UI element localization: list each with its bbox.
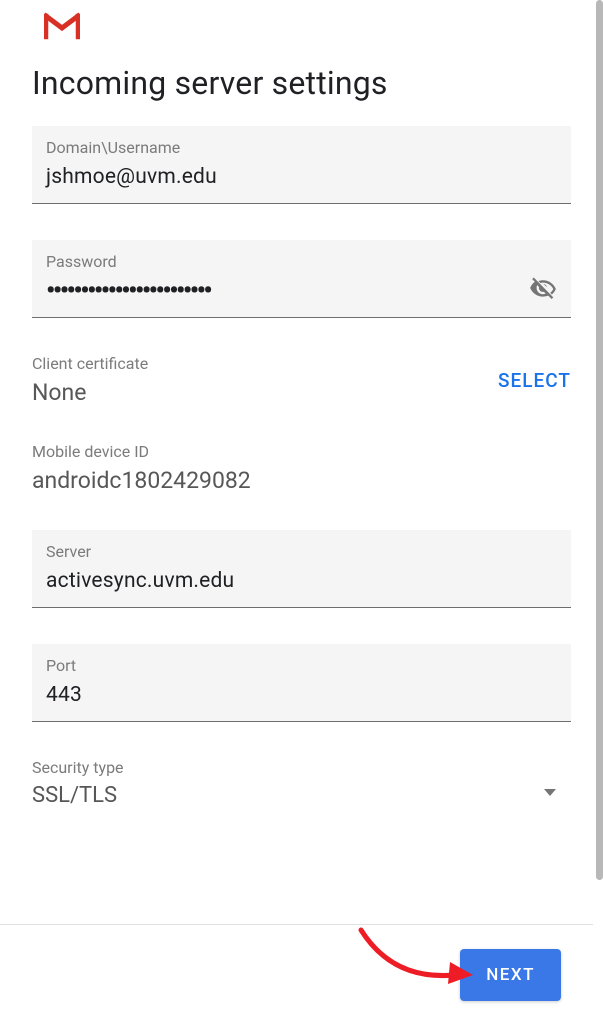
- select-certificate-button[interactable]: SELECT: [498, 369, 571, 392]
- password-value[interactable]: ••••••••••••••••••••••••: [46, 279, 557, 303]
- client-certificate-info: Client certificate None: [32, 354, 148, 406]
- port-field[interactable]: Port 443: [32, 644, 571, 722]
- security-type-label: Security type: [32, 758, 571, 777]
- security-type-dropdown[interactable]: Security type SSL/TLS: [32, 758, 571, 808]
- client-certificate-row: Client certificate None SELECT: [32, 354, 571, 406]
- mobile-device-id-label: Mobile device ID: [32, 442, 571, 461]
- next-button[interactable]: NEXT: [460, 949, 561, 1001]
- page-title: Incoming server settings: [32, 64, 571, 102]
- client-certificate-value: None: [32, 379, 148, 406]
- server-label: Server: [46, 542, 557, 561]
- mobile-device-id-value: androidc1802429082: [32, 467, 571, 494]
- gmail-icon: [44, 12, 80, 44]
- visibility-off-icon[interactable]: [529, 275, 557, 303]
- security-type-value: SSL/TLS: [32, 783, 571, 808]
- server-value[interactable]: activesync.uvm.edu: [46, 569, 557, 593]
- settings-container: Incoming server settings Domain\Username…: [0, 0, 603, 925]
- password-label: Password: [46, 252, 557, 271]
- logo-row: [32, 12, 571, 44]
- chevron-down-icon: [543, 783, 557, 802]
- mobile-device-id-block: Mobile device ID androidc1802429082: [32, 442, 571, 494]
- server-field[interactable]: Server activesync.uvm.edu: [32, 530, 571, 608]
- port-value[interactable]: 443: [46, 683, 557, 707]
- username-value[interactable]: jshmoe@uvm.edu: [46, 165, 557, 189]
- password-field[interactable]: Password ••••••••••••••••••••••••: [32, 240, 571, 318]
- footer-bar: NEXT: [0, 924, 593, 1024]
- client-certificate-label: Client certificate: [32, 354, 148, 373]
- username-field[interactable]: Domain\Username jshmoe@uvm.edu: [32, 126, 571, 204]
- port-label: Port: [46, 656, 557, 675]
- scrollbar[interactable]: [596, 0, 603, 880]
- username-label: Domain\Username: [46, 138, 557, 157]
